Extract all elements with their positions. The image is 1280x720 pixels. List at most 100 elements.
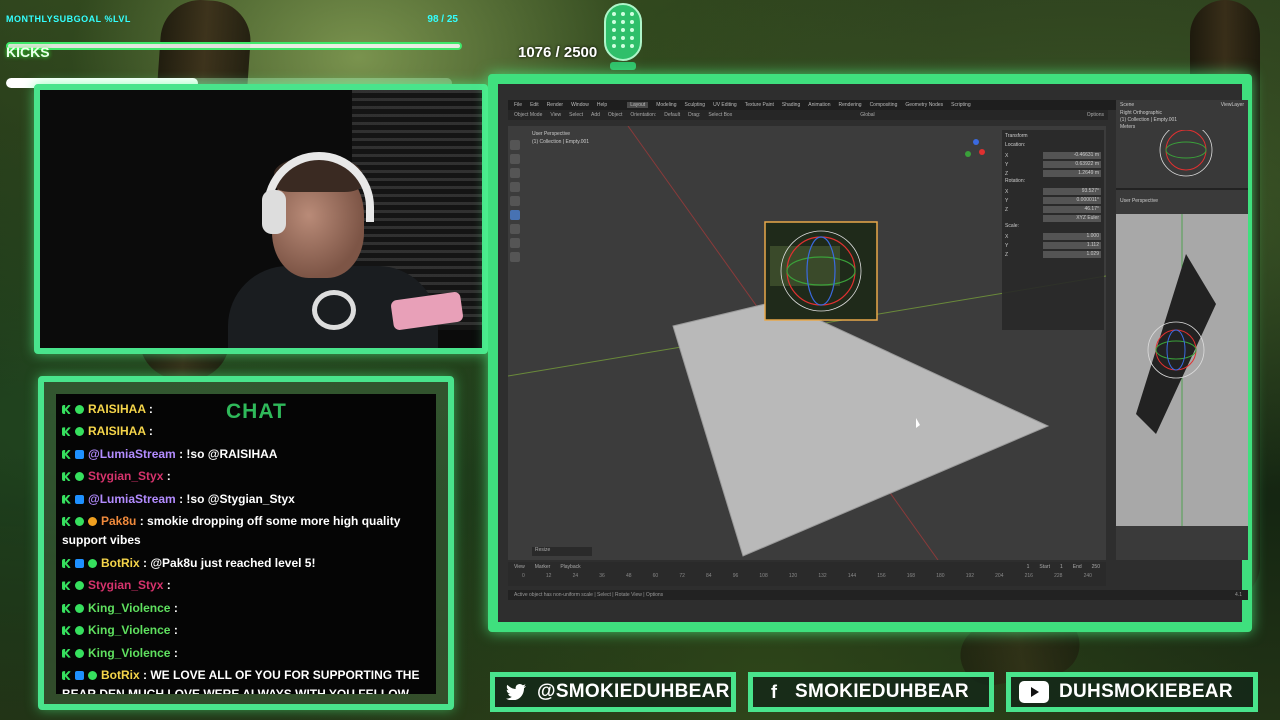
header-select[interactable]: Select — [569, 112, 583, 118]
chat-message: RAISIHAA : — [62, 420, 432, 442]
chat-username[interactable]: RAISIHAA — [88, 424, 146, 438]
scale-y-field[interactable]: 1.112 — [1043, 242, 1101, 249]
menu-help[interactable]: Help — [597, 102, 607, 108]
frame-tick: 228 — [1054, 573, 1063, 579]
header-object-mode[interactable]: Object Mode — [514, 112, 542, 118]
timeline-menu: View Marker Playback — [514, 564, 581, 570]
chat-separator: : — [175, 446, 187, 461]
chat-username[interactable]: Pak8u — [101, 514, 136, 528]
youtube-icon — [1019, 681, 1049, 703]
chat-separator: : — [170, 600, 178, 615]
tool-column — [510, 140, 524, 262]
annotate-tool-icon[interactable] — [510, 224, 520, 234]
verified-badge-icon — [88, 559, 97, 569]
workspace-tab-layout[interactable]: Layout — [627, 102, 649, 108]
chat-username[interactable]: @LumiaStream — [88, 492, 176, 506]
frame-tick: 108 — [759, 573, 768, 579]
timeline-menu-view[interactable]: View — [514, 564, 525, 570]
workspace-tab-compositing[interactable]: Compositing — [870, 102, 898, 108]
move-tool-icon[interactable] — [510, 168, 520, 178]
chat-separator: : — [139, 556, 151, 571]
orientation-dropdown[interactable]: Default — [664, 112, 680, 118]
status-bar: Active object has non-uniform scale | Se… — [508, 590, 1248, 600]
workspace-tab-uv-editing[interactable]: UV Editing — [713, 102, 737, 108]
start-frame[interactable]: 1 — [1060, 564, 1063, 570]
location-y-field[interactable]: 0.63922 m — [1043, 161, 1101, 168]
options-button[interactable]: Options — [1087, 112, 1108, 118]
3d-viewport[interactable]: User Perspective (1) Collection | Empty.… — [508, 126, 1106, 560]
transform-orientation-dropdown[interactable]: Global — [860, 112, 874, 118]
location-x-field[interactable]: -0.46631 m — [1043, 152, 1101, 159]
workspace-tab-sculpting[interactable]: Sculpting — [685, 102, 706, 108]
kick-badge-icon — [62, 517, 71, 527]
chat-separator: : — [163, 578, 171, 593]
chat-text: !so @RAISIHAA — [186, 446, 278, 461]
user-perspective-view[interactable] — [1116, 214, 1248, 526]
workspace-tab-shading[interactable]: Shading — [782, 102, 800, 108]
workspace-tab-rendering[interactable]: Rendering — [838, 102, 861, 108]
transform-tool-icon[interactable] — [510, 210, 520, 220]
workspace-tab-scripting[interactable]: Scripting — [951, 102, 970, 108]
transform-panel: Transform Location: X -0.46631 m Y 0.63922 … — [1002, 130, 1104, 330]
chat-message: @LumiaStream : !so @Stygian_Styx — [62, 488, 432, 510]
right-orthographic-view[interactable]: Scene ViewLayer Right Orthographic (1) C… — [1116, 100, 1248, 190]
measure-tool-icon[interactable] — [510, 238, 520, 248]
rotation-row: Y 0.000011° — [1005, 196, 1101, 205]
frame-tick: 24 — [572, 573, 579, 579]
drag-dropdown[interactable]: Select Box — [708, 112, 732, 118]
timeline-menu-marker[interactable]: Marker — [535, 564, 551, 570]
scale-x-field[interactable]: 1.000 — [1043, 233, 1101, 240]
header-object[interactable]: Object — [608, 112, 622, 118]
location-row: Y 0.63922 m — [1005, 160, 1101, 169]
current-frame[interactable]: 1 — [1027, 564, 1030, 570]
menu-window[interactable]: Window — [571, 102, 589, 108]
webcam-feed — [34, 84, 488, 354]
workspace-tab-geometry-nodes[interactable]: Geometry Nodes — [905, 102, 943, 108]
timeline-menu-playback[interactable]: Playback — [560, 564, 580, 570]
social-facebook[interactable]: f SMOKIEDUHBEAR — [748, 672, 994, 712]
scale-tool-icon[interactable] — [510, 196, 520, 206]
rotate-tool-icon[interactable] — [510, 182, 520, 192]
scale-z-field[interactable]: 1.029 — [1043, 251, 1101, 258]
add-cube-tool-icon[interactable] — [510, 252, 520, 262]
location-z-field[interactable]: 1.2649 m — [1043, 170, 1101, 177]
side-bottom-header: User Perspective — [1116, 196, 1248, 212]
header-view[interactable]: View — [550, 112, 561, 118]
drag-label: Drag: — [688, 112, 701, 118]
verified-badge-icon — [75, 517, 84, 527]
select-tool-icon[interactable] — [510, 140, 520, 150]
rotation-mode-dropdown[interactable]: XYZ Euler — [1043, 215, 1101, 222]
menu-render[interactable]: Render — [547, 102, 563, 108]
rotation-x-field[interactable]: 93.527° — [1043, 188, 1101, 195]
chat-username[interactable]: BotRix — [101, 668, 140, 682]
social-youtube[interactable]: DUHSMOKIEBEAR — [1006, 672, 1258, 712]
chat-username[interactable]: RAISIHAA — [88, 402, 146, 416]
menu-edit[interactable]: Edit — [530, 102, 539, 108]
chat-username[interactable]: Stygian_Styx — [88, 578, 163, 592]
start-label: Start — [1039, 563, 1050, 570]
social-twitter[interactable]: @SMOKIEDUHBEAR — [490, 672, 736, 712]
menu-file[interactable]: File — [514, 102, 522, 108]
cursor-tool-icon[interactable] — [510, 154, 520, 164]
chat-username[interactable]: Stygian_Styx — [88, 469, 163, 483]
timeline[interactable]: View Marker Playback 1 Start 1 End 250 0 12… — [508, 562, 1106, 586]
header-add[interactable]: Add — [591, 112, 600, 118]
side-bottom-label: User Perspective — [1120, 198, 1159, 204]
resize-operator-panel[interactable]: Resize — [532, 547, 592, 556]
chat-separator: : — [175, 491, 187, 506]
chat-message: BotRix : WE LOVE ALL OF YOU FOR SUPPORTI… — [62, 664, 432, 694]
chat-username[interactable]: @LumiaStream — [88, 447, 176, 461]
location-axis-label: Z — [1005, 170, 1009, 177]
bot-badge-icon — [75, 671, 84, 681]
rotation-y-field[interactable]: 0.000011° — [1043, 197, 1101, 204]
chat-username[interactable]: King_Violence — [88, 646, 170, 660]
chat-username[interactable]: King_Violence — [88, 601, 170, 615]
end-frame[interactable]: 250 — [1092, 564, 1100, 570]
workspace-tab-texture-paint[interactable]: Texture Paint — [745, 102, 774, 108]
orientation-label: Orientation: — [630, 112, 657, 118]
rotation-z-field[interactable]: 46.17° — [1043, 206, 1101, 213]
chat-username[interactable]: King_Violence — [88, 623, 170, 637]
chat-username[interactable]: BotRix — [101, 556, 140, 570]
workspace-tab-animation[interactable]: Animation — [808, 102, 830, 108]
workspace-tab-modeling[interactable]: Modeling — [656, 102, 676, 108]
